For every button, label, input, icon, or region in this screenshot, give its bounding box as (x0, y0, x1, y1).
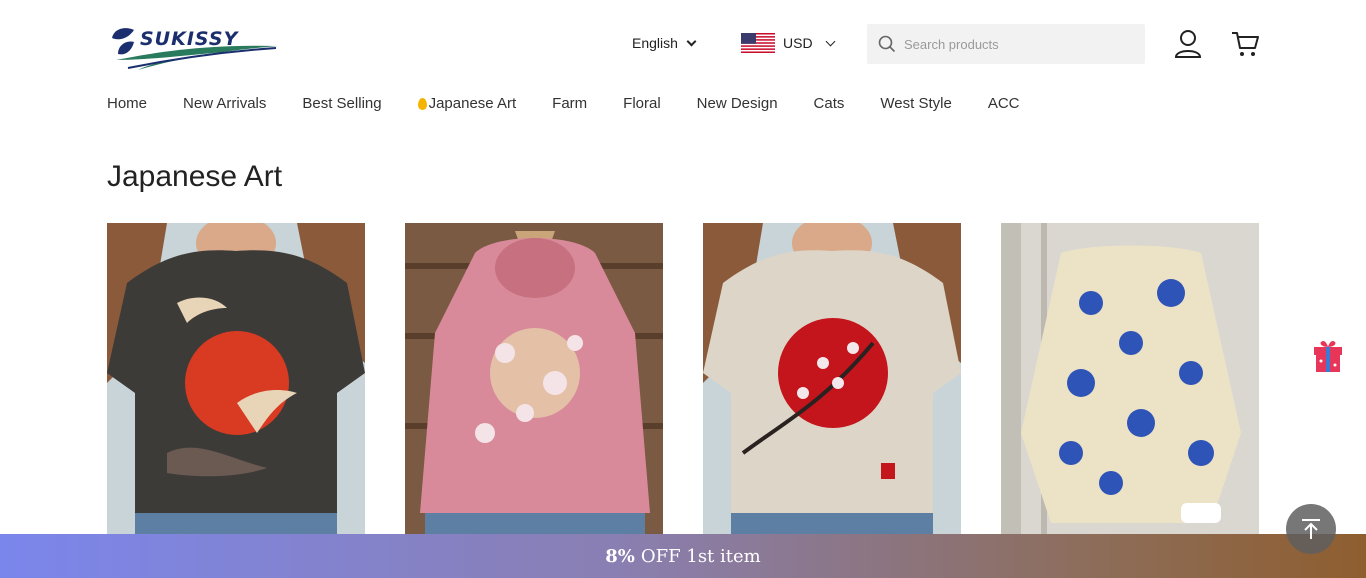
nav-item-best-selling[interactable]: Best Selling (302, 95, 381, 112)
back-to-top-button[interactable] (1286, 504, 1336, 554)
user-icon (1174, 30, 1202, 58)
currency-selector[interactable]: USD (741, 33, 836, 53)
nav-item-home[interactable]: Home (107, 95, 147, 112)
back-to-top-icon (1302, 519, 1320, 539)
main-nav: Home New Arrivals Best Selling Japanese … (107, 95, 1055, 112)
product-image (703, 223, 961, 534)
product-card[interactable] (107, 223, 365, 534)
search-icon[interactable] (878, 35, 896, 53)
nav-item-west-style[interactable]: West Style (880, 95, 951, 112)
chevron-down-icon (686, 36, 697, 46)
currency-label: USD (783, 35, 813, 51)
product-card[interactable] (703, 223, 961, 534)
promo-banner[interactable]: 8% OFF 1st item (0, 534, 1366, 578)
site-header: SUKISSY English USD (0, 0, 1366, 88)
gift-box-icon (1314, 340, 1342, 372)
us-flag-icon (741, 33, 775, 53)
nav-item-cats[interactable]: Cats (814, 95, 845, 112)
product-card[interactable] (1001, 223, 1259, 534)
cart-icon (1232, 32, 1259, 56)
nav-item-new-design[interactable]: New Design (697, 95, 778, 112)
product-card[interactable] (405, 223, 663, 534)
nav-item-japanese-art[interactable]: Japanese Art (417, 95, 517, 112)
page-title: Japanese Art (107, 160, 283, 193)
nav-item-acc[interactable]: ACC (988, 95, 1020, 112)
product-image (405, 223, 663, 534)
search-bar (867, 24, 1145, 64)
logo-text: SUKISSY (140, 28, 239, 50)
language-selector[interactable]: English (632, 35, 697, 51)
nav-item-new-arrivals[interactable]: New Arrivals (183, 95, 266, 112)
nav-item-farm[interactable]: Farm (552, 95, 587, 112)
language-label: English (632, 35, 678, 51)
product-image (1001, 223, 1259, 534)
product-image (107, 223, 365, 534)
account-button[interactable] (1174, 29, 1202, 59)
promo-text: OFF 1st item (640, 545, 761, 567)
chevron-down-icon (825, 36, 836, 46)
cart-button[interactable] (1230, 29, 1260, 59)
product-grid (107, 223, 1259, 534)
hot-flame-icon (417, 97, 427, 110)
site-logo[interactable]: SUKISSY (108, 24, 280, 72)
nav-item-floral[interactable]: Floral (623, 95, 661, 112)
nav-item-label: Japanese Art (428, 95, 517, 112)
promo-discount: 8% (605, 545, 635, 567)
search-input[interactable] (904, 36, 1134, 52)
gift-button[interactable] (1313, 339, 1343, 373)
